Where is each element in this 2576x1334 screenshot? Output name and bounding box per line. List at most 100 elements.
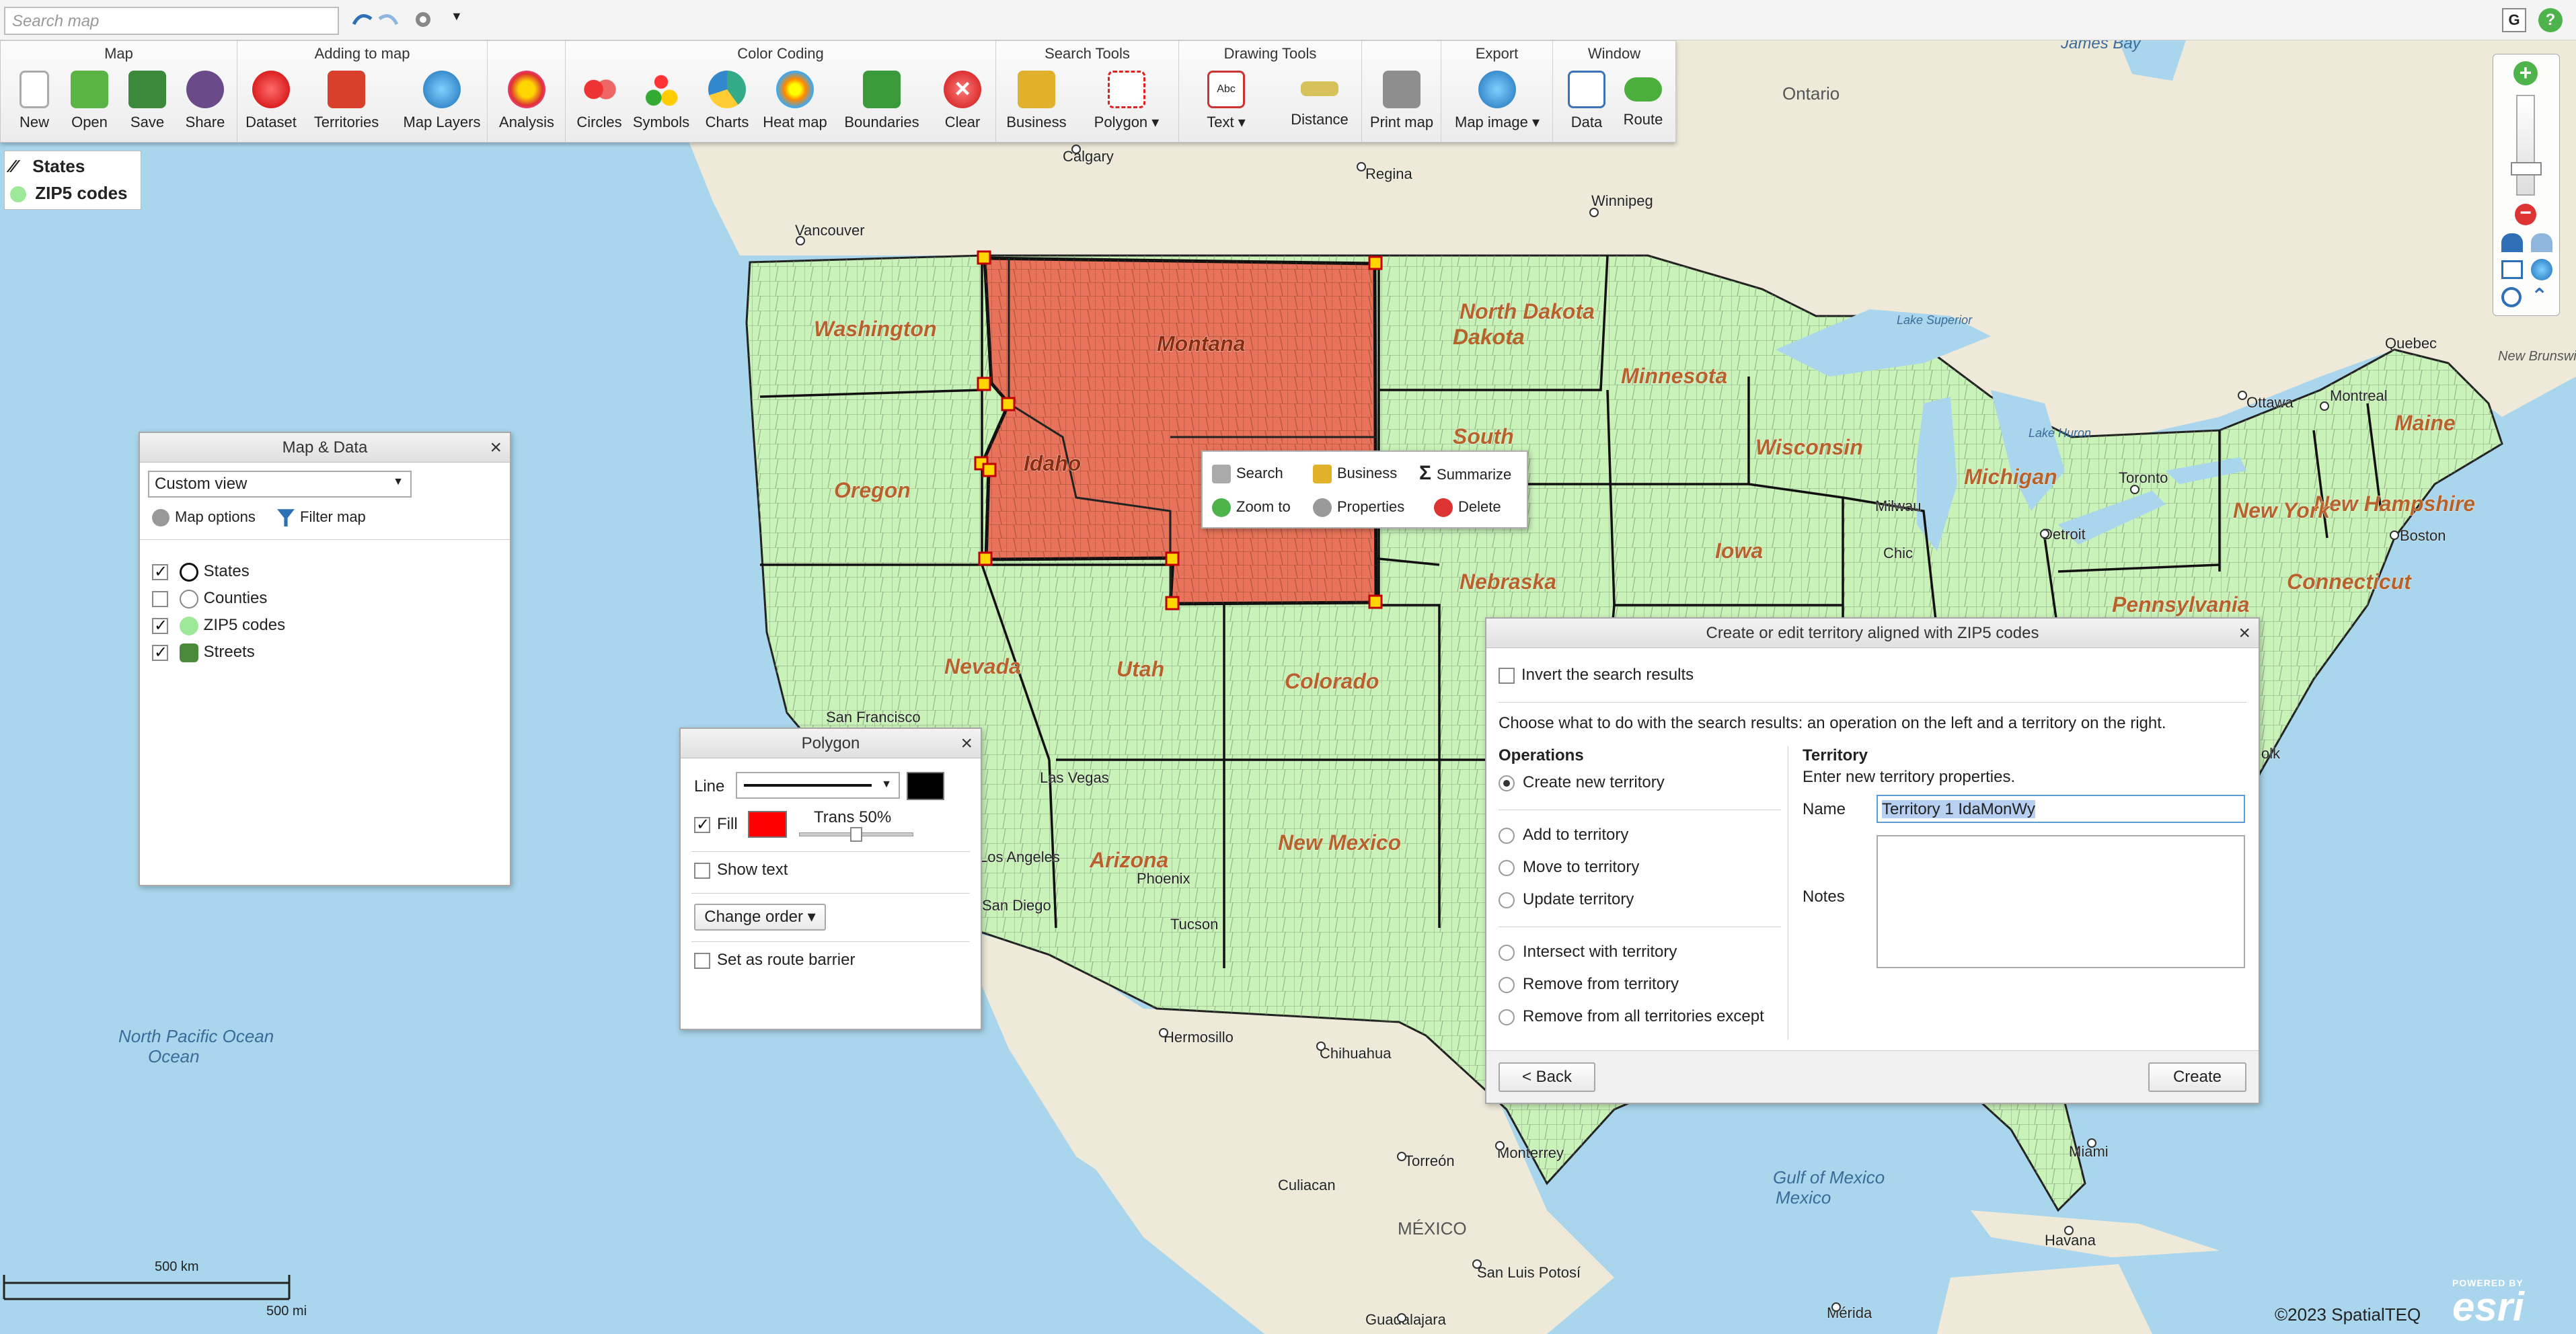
- context-delete[interactable]: Delete: [1434, 494, 1501, 520]
- line-style-select[interactable]: ▼: [736, 772, 900, 799]
- operation-move-to[interactable]: Move to territory: [1499, 858, 1639, 877]
- radio-remove-from[interactable]: [1499, 976, 1515, 993]
- heat-map-button[interactable]: Heat map: [758, 68, 832, 141]
- change-order-button[interactable]: Change order ▾: [694, 904, 826, 931]
- city-toronto: Toronto: [2119, 469, 2168, 486]
- help-button[interactable]: ?: [2538, 8, 2563, 32]
- save-button[interactable]: Save: [114, 68, 181, 141]
- label-dakota: Dakota: [1453, 325, 1525, 349]
- context-zoom-to[interactable]: Zoom to: [1212, 494, 1291, 520]
- radio-add-to[interactable]: [1499, 827, 1515, 844]
- legend-item-zip5[interactable]: ZIP5 codes: [10, 181, 128, 205]
- show-text-checkbox[interactable]: [694, 862, 710, 879]
- zoom-in-icon[interactable]: +: [2513, 61, 2538, 85]
- streets-checkbox[interactable]: [152, 643, 168, 662]
- territories-button[interactable]: Territories: [313, 68, 380, 141]
- context-business[interactable]: Business: [1313, 460, 1397, 487]
- filter-icon: [277, 509, 295, 527]
- polygon-panel-title: Polygon ×: [681, 729, 981, 758]
- context-search[interactable]: Search: [1212, 460, 1283, 487]
- zoom-slider-handle[interactable]: [2511, 162, 2542, 175]
- boundaries-button[interactable]: Boundaries: [840, 68, 923, 141]
- back-button[interactable]: < Back: [1499, 1062, 1595, 1092]
- transparency-slider-handle[interactable]: [850, 827, 862, 842]
- data-table-icon: [1568, 71, 1605, 108]
- route-barrier-checkbox[interactable]: [694, 952, 710, 969]
- context-properties[interactable]: Properties: [1313, 494, 1404, 520]
- business-search-button[interactable]: Business: [1003, 68, 1070, 141]
- full-extent-globe-icon[interactable]: [2531, 259, 2552, 280]
- map-layers-button[interactable]: Map Layers: [402, 68, 482, 141]
- operation-intersect[interactable]: Intersect with territory: [1499, 943, 1677, 962]
- operation-add-to[interactable]: Add to territory: [1499, 826, 1628, 845]
- operation-remove-from[interactable]: Remove from territory: [1499, 975, 1679, 994]
- circles-button[interactable]: Circles: [566, 68, 633, 141]
- invert-checkbox[interactable]: [1499, 667, 1515, 684]
- clear-button[interactable]: × Clear: [929, 68, 996, 141]
- layer-row-counties[interactable]: Counties: [152, 589, 267, 609]
- redo-icon[interactable]: [377, 9, 400, 30]
- states-line-icon: ∕∕: [10, 156, 16, 176]
- create-button[interactable]: Create: [2148, 1062, 2246, 1092]
- route-barrier-row[interactable]: Set as route barrier: [694, 951, 855, 970]
- ribbon-toolbar: Map New Open Save Share Adding to map Da…: [0, 40, 1676, 143]
- region-mexico: MÉXICO: [1398, 1218, 1467, 1239]
- pan-back-icon[interactable]: [2501, 233, 2523, 252]
- pan-forward-icon[interactable]: [2531, 233, 2552, 252]
- zip5-checkbox[interactable]: [152, 616, 168, 635]
- distance-tool-button[interactable]: Distance: [1283, 68, 1357, 141]
- symbols-button[interactable]: Symbols: [628, 68, 695, 141]
- magnify-icon[interactable]: [2501, 287, 2522, 307]
- settings-gear-icon[interactable]: [412, 9, 434, 30]
- route-window-button[interactable]: Route: [1609, 68, 1677, 141]
- operation-update[interactable]: Update territory: [1499, 890, 1634, 909]
- search-map-input[interactable]: Search map: [4, 7, 339, 35]
- share-button[interactable]: Share: [172, 68, 239, 141]
- collapse-up-icon[interactable]: ⌃: [2531, 284, 2548, 308]
- fill-color-swatch[interactable]: [748, 811, 787, 838]
- radio-move-to[interactable]: [1499, 859, 1515, 876]
- dataset-button[interactable]: Dataset: [237, 68, 305, 141]
- fill-checkbox[interactable]: [694, 815, 710, 834]
- fill-row[interactable]: Fill: [694, 815, 738, 834]
- invert-row[interactable]: Invert the search results: [1499, 666, 1694, 684]
- zoom-slider[interactable]: [2516, 95, 2535, 196]
- text-tool-button[interactable]: Abc Text ▾: [1192, 68, 1260, 141]
- zip-circle-icon: [10, 186, 26, 203]
- radio-create-new[interactable]: [1499, 775, 1515, 791]
- print-map-button[interactable]: Print map: [1365, 68, 1439, 141]
- close-icon[interactable]: ×: [490, 433, 502, 463]
- layer-row-states[interactable]: States: [152, 562, 250, 582]
- back-forward-icon[interactable]: [351, 9, 374, 30]
- zoom-out-icon[interactable]: −: [2515, 203, 2536, 225]
- notes-textarea[interactable]: [1877, 835, 2245, 968]
- close-icon[interactable]: ×: [960, 729, 973, 758]
- label-new-york: New York: [2233, 498, 2331, 522]
- open-button[interactable]: Open: [56, 68, 123, 141]
- map-image-button[interactable]: Map image ▾: [1448, 68, 1546, 141]
- dropdown-arrow-icon[interactable]: ▼: [451, 9, 473, 30]
- legend-item-states[interactable]: ∕∕ States: [10, 154, 85, 178]
- operation-remove-all-except[interactable]: Remove from all territories except: [1499, 1007, 1764, 1026]
- show-text-row[interactable]: Show text: [694, 861, 788, 879]
- close-icon[interactable]: ×: [2238, 619, 2250, 648]
- account-button[interactable]: G: [2502, 8, 2526, 32]
- states-checkbox[interactable]: [152, 562, 168, 582]
- view-select[interactable]: Custom view ▼: [148, 471, 412, 498]
- context-summarize[interactable]: Σ Summarize: [1419, 460, 1511, 487]
- map-options-button[interactable]: Map options: [152, 508, 256, 527]
- territory-name-input[interactable]: Territory 1 IdaMonWy: [1877, 795, 2245, 823]
- radio-intersect[interactable]: [1499, 944, 1515, 961]
- counties-checkbox[interactable]: [152, 590, 168, 607]
- radio-remove-all-except[interactable]: [1499, 1009, 1515, 1025]
- layer-row-streets[interactable]: Streets: [152, 643, 255, 662]
- analysis-button[interactable]: Analysis: [493, 68, 560, 141]
- layer-row-zip5[interactable]: ZIP5 codes: [152, 616, 285, 635]
- polygon-search-button[interactable]: Polygon ▾: [1086, 68, 1167, 141]
- radio-update[interactable]: [1499, 892, 1515, 908]
- zoom-rectangle-icon[interactable]: [2501, 260, 2523, 279]
- filter-map-button[interactable]: Filter map: [277, 508, 366, 527]
- line-color-swatch[interactable]: [907, 772, 944, 800]
- operation-create-new[interactable]: Create new territory: [1499, 773, 1665, 792]
- charts-button[interactable]: Charts: [693, 68, 761, 141]
